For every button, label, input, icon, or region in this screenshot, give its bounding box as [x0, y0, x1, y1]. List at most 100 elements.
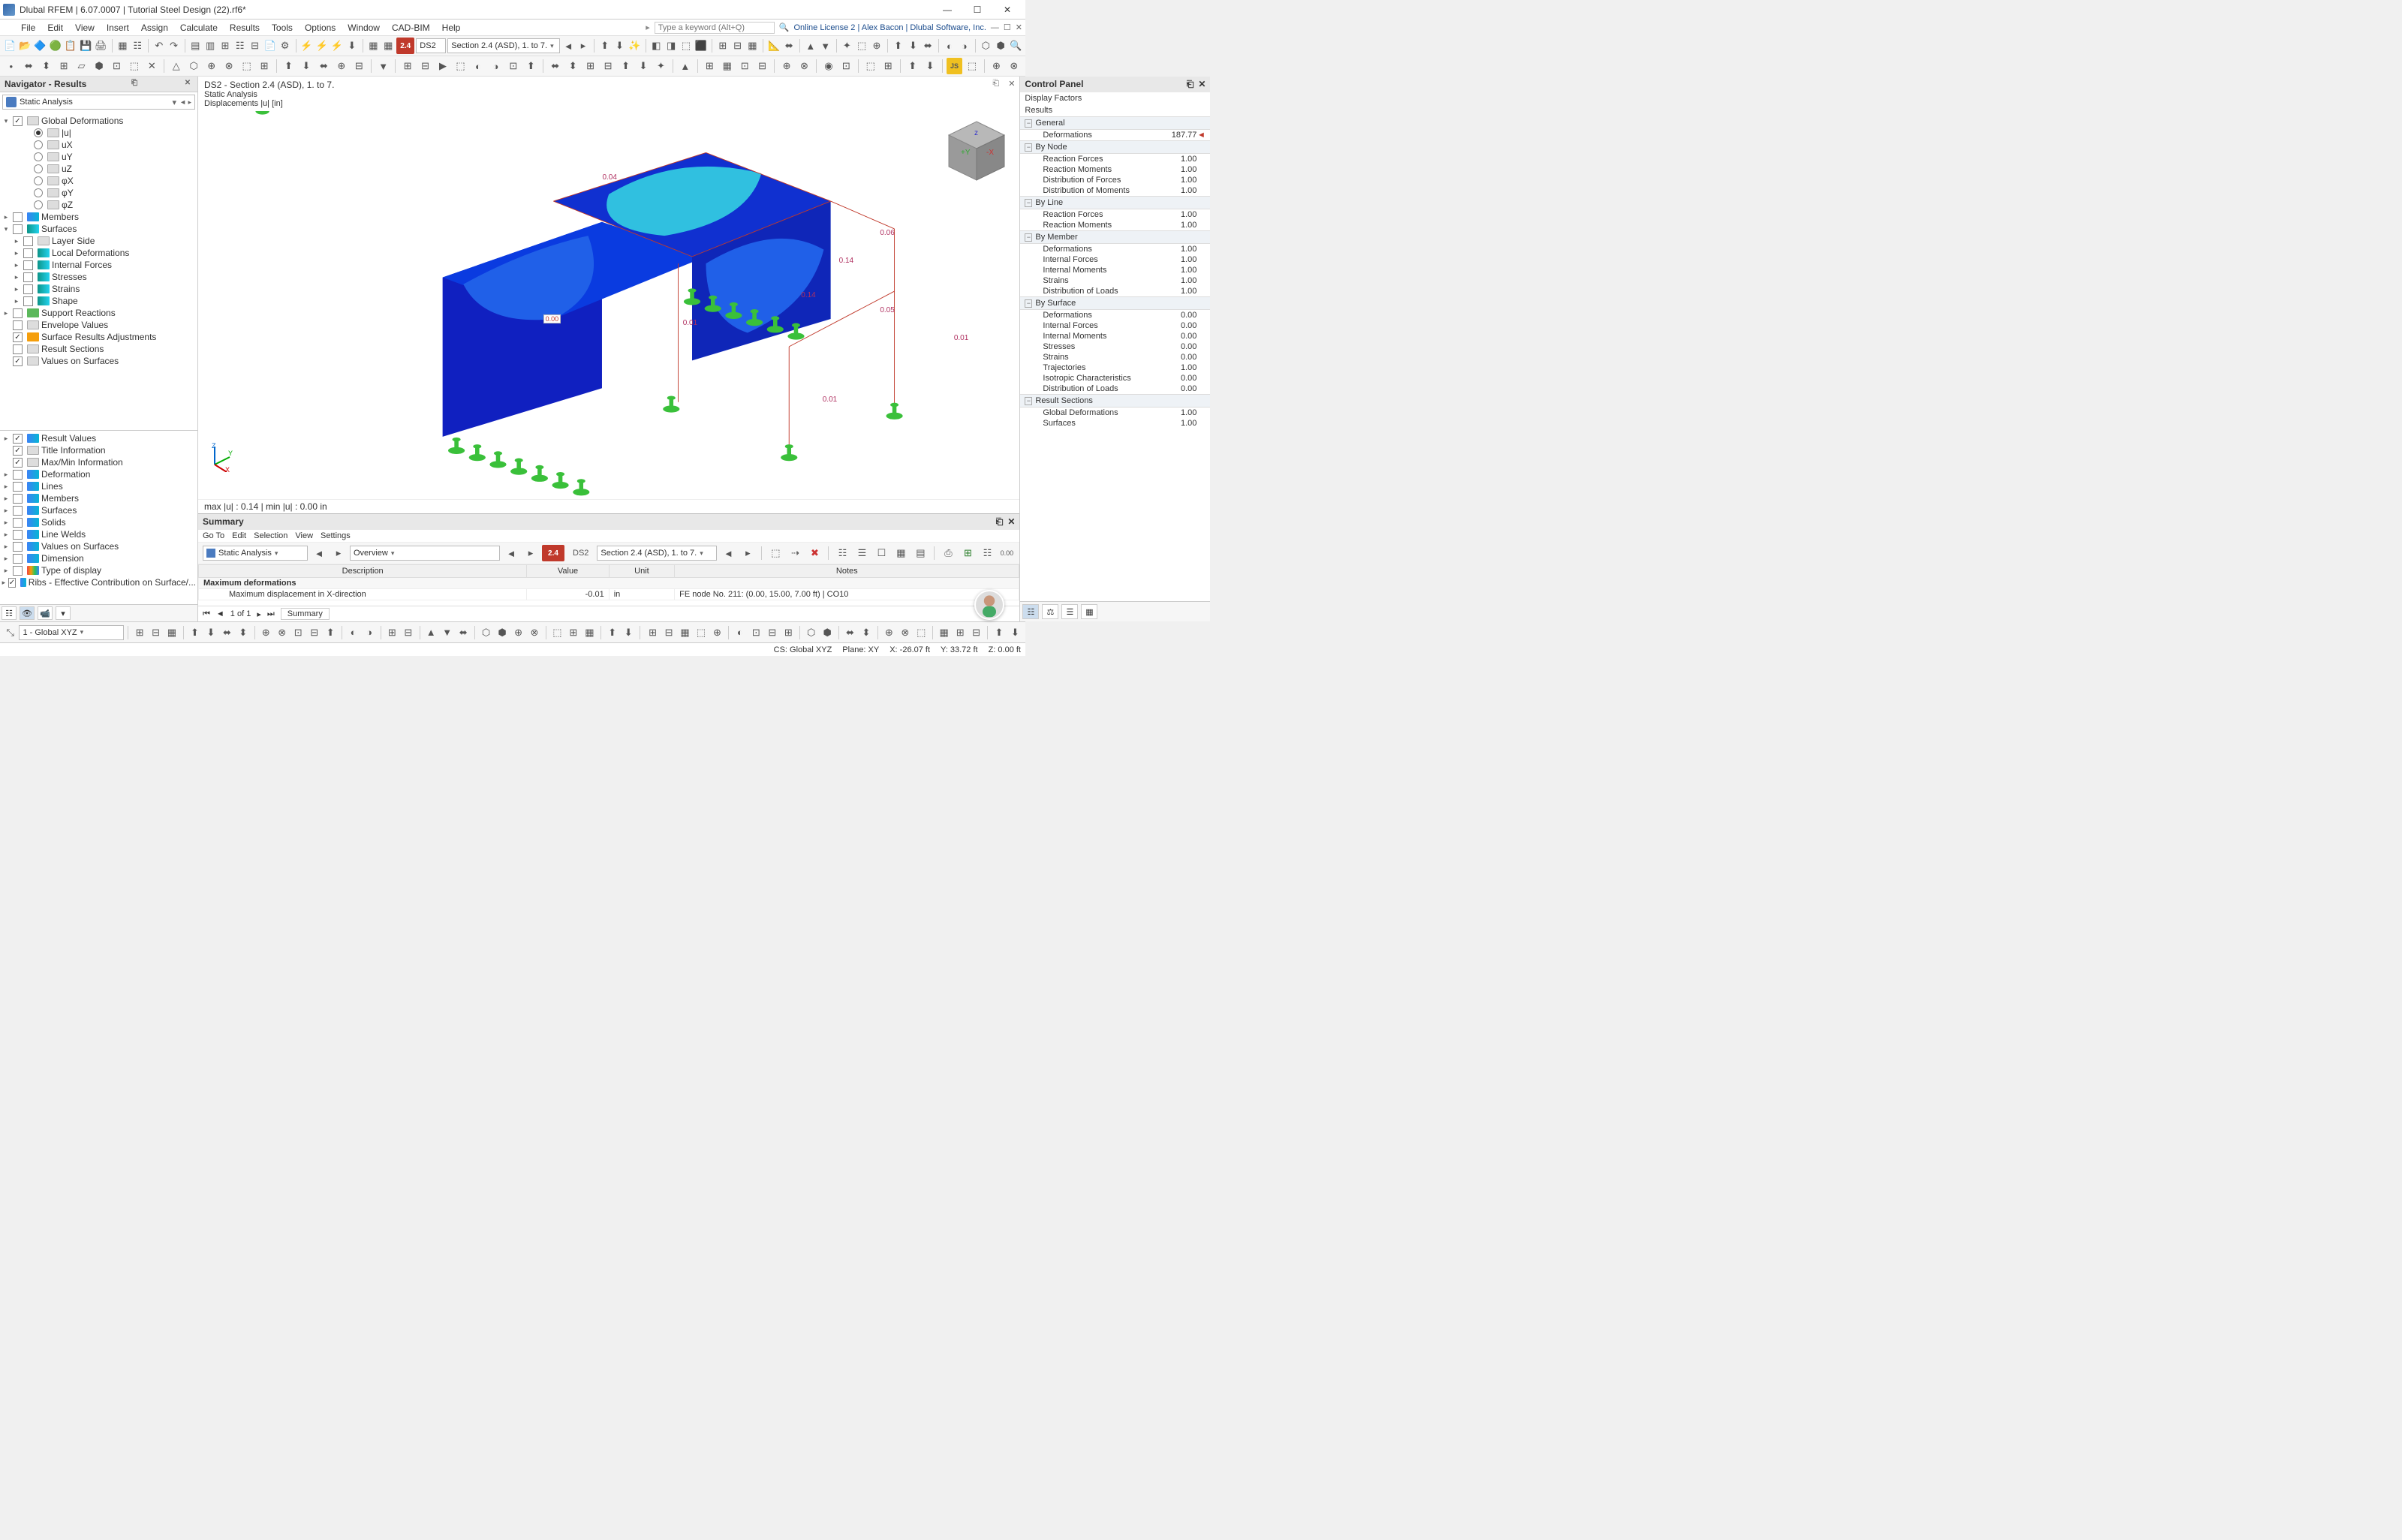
tb2-btn-46-icon[interactable]: ⊡ [736, 58, 752, 74]
tb1-right-33-icon[interactable]: ⬡ [979, 38, 992, 54]
tb2-btn-4-icon[interactable]: ▱ [74, 58, 89, 74]
tree-node-layer-side[interactable]: ▸Layer Side [2, 235, 196, 247]
tree-node-result-sections[interactable]: Result Sections [2, 343, 196, 355]
bt-btn-32-icon[interactable]: ⊞ [566, 624, 580, 641]
bt-right-7-icon[interactable]: ⊡ [749, 624, 763, 641]
tb1-btn-0-icon[interactable]: 📄 [3, 38, 17, 54]
summary-tool-a-icon[interactable]: ⬚ [767, 545, 784, 561]
bt-btn-29-icon[interactable]: ⊗ [527, 624, 541, 641]
bt-btn-27-icon[interactable]: ⬢ [495, 624, 509, 641]
tb1-right-28-icon[interactable]: ⬌ [921, 38, 935, 54]
tb1-btn-25-icon[interactable]: ⬇ [345, 38, 359, 54]
control-pin-icon[interactable]: ⎗ [1187, 79, 1194, 90]
tb2-btn-17-icon[interactable]: ⬆ [281, 58, 296, 74]
control-row-distribution-of-loads[interactable]: Distribution of Loads1.00 [1020, 286, 1210, 296]
menu-calculate[interactable]: Calculate [174, 21, 224, 35]
tb1-btn-5-icon[interactable]: 💾 [79, 38, 92, 54]
tree-node-local-deformations[interactable]: ▸Local Deformations [2, 247, 196, 259]
control-close-icon[interactable]: ✕ [1198, 79, 1206, 90]
tb1-btn-11-icon[interactable]: ↶ [152, 38, 166, 54]
tb1-btn-18-icon[interactable]: ⊟ [248, 38, 262, 54]
sf-prev-icon[interactable]: ◄ [216, 609, 224, 618]
ctab-list-icon[interactable]: ☰ [1061, 604, 1078, 619]
tb1-right-24-icon[interactable]: ⊕ [870, 38, 883, 54]
tb1-right-19-icon[interactable]: ▲ [804, 38, 817, 54]
bt-btn-11-icon[interactable]: ⊗ [275, 624, 289, 641]
tree-node-support-reactions[interactable]: ▸Support Reactions [2, 307, 196, 319]
tb2-btn-38-icon[interactable]: ⬆ [618, 58, 634, 74]
tb1-right-8-icon[interactable]: ◨ [664, 38, 678, 54]
tree-node-uy[interactable]: uY [2, 151, 196, 163]
tb2-btn-7-icon[interactable]: ⬚ [126, 58, 142, 74]
nav-tab-eye-icon[interactable]: 👁 [20, 606, 35, 620]
tb2-btn-29-icon[interactable]: ◐ [470, 58, 486, 74]
tb1-right-26-icon[interactable]: ⬆ [892, 38, 905, 54]
tb1-btn-19-icon[interactable]: 📄 [263, 38, 276, 54]
control-row-reaction-moments[interactable]: Reaction Moments1.00 [1020, 164, 1210, 175]
tb1-right-9-icon[interactable]: ⬚ [679, 38, 693, 54]
close-button[interactable]: ✕ [992, 0, 1022, 20]
tree-node-result-values[interactable]: ▸Result Values [2, 432, 196, 444]
tree-node--u-[interactable]: |u| [2, 127, 196, 139]
bt-btn-7-icon[interactable]: ⬌ [220, 624, 234, 641]
tree-node-global-deformations[interactable]: ▾Global Deformations [2, 115, 196, 127]
tb2-btn-25-icon[interactable]: ⊞ [399, 58, 415, 74]
summary-menu-selection[interactable]: Selection [254, 531, 287, 540]
keyword-search-input[interactable] [655, 22, 775, 34]
tb1-btn-14-icon[interactable]: ▤ [188, 38, 202, 54]
summary-next3-icon[interactable]: ▸ [739, 545, 756, 561]
tree-node-members[interactable]: ▸Members [2, 211, 196, 223]
bt-btn-5-icon[interactable]: ⬆ [188, 624, 202, 641]
tb1-right-4-icon[interactable]: ⬇ [613, 38, 627, 54]
tb1-right-22-icon[interactable]: ✦ [840, 38, 853, 54]
tb1-btn-4-icon[interactable]: 📋 [64, 38, 77, 54]
tree-node-lines[interactable]: ▸Lines [2, 480, 196, 492]
tree-node-ux[interactable]: uX [2, 139, 196, 151]
tree-node-members[interactable]: ▸Members [2, 492, 196, 504]
tree-node-envelope-values[interactable]: Envelope Values [2, 319, 196, 331]
summary-combo1[interactable]: Static Analysis [203, 546, 308, 561]
bt-btn-8-icon[interactable]: ⬍ [236, 624, 250, 641]
tb1-btn-3-icon[interactable]: 🟢 [49, 38, 62, 54]
tb2-btn-55-icon[interactable]: ⬚ [862, 58, 878, 74]
bt-btn-2-icon[interactable]: ⊟ [149, 624, 163, 641]
tb2-btn-30-icon[interactable]: ◑ [488, 58, 504, 74]
tb1-right-20-icon[interactable]: ▼ [819, 38, 832, 54]
bt-right-11-icon[interactable]: ⬡ [804, 624, 818, 641]
tb1-right-14-icon[interactable]: ▦ [746, 38, 760, 54]
assistant-avatar[interactable] [974, 590, 1004, 620]
menu-insert[interactable]: Insert [101, 21, 135, 35]
tree-node-stresses[interactable]: ▸Stresses [2, 271, 196, 283]
bt-right-4-icon[interactable]: ⊕ [710, 624, 724, 641]
tree-node-uz[interactable]: uZ [2, 163, 196, 175]
ctab-filter-icon[interactable]: ▦ [1081, 604, 1097, 619]
tb2-btn-14-icon[interactable]: ⬚ [239, 58, 254, 74]
tb2-btn-23-icon[interactable]: ▼ [375, 58, 391, 74]
tb2-btn-64-icon[interactable]: ⊕ [989, 58, 1004, 74]
control-row-internal-moments[interactable]: Internal Moments1.00 [1020, 265, 1210, 275]
bt-right-12-icon[interactable]: ⬢ [820, 624, 834, 641]
menu-file[interactable]: File [15, 21, 41, 35]
tree-node-internal-forces[interactable]: ▸Internal Forces [2, 259, 196, 271]
control-section-result-sections[interactable]: −Result Sections [1020, 394, 1210, 408]
control-row-global-deformations[interactable]: Global Deformations1.00 [1020, 408, 1210, 418]
menu-tools[interactable]: Tools [266, 21, 299, 35]
control-row-trajectories[interactable]: Trajectories1.00 [1020, 362, 1210, 373]
tb1-btn-16-icon[interactable]: ⊞ [218, 38, 232, 54]
bt-btn-14-icon[interactable]: ⬆ [323, 624, 337, 641]
bt-right-1-icon[interactable]: ⊟ [661, 624, 676, 641]
tb1-right-31-icon[interactable]: ◑ [958, 38, 971, 54]
bt-btn-35-icon[interactable]: ⬆ [605, 624, 619, 641]
bt-right-26-icon[interactable]: ⬇ [1008, 624, 1022, 641]
tb1-right-0-icon[interactable]: ◄ [561, 38, 575, 54]
bt-btn-36-icon[interactable]: ⬇ [621, 624, 635, 641]
bt-right-3-icon[interactable]: ⬚ [694, 624, 708, 641]
tb2-btn-5-icon[interactable]: ⬢ [91, 58, 107, 74]
menu-options[interactable]: Options [299, 21, 342, 35]
tb1-btn-2-icon[interactable]: 🔷 [33, 38, 47, 54]
bt-btn-10-icon[interactable]: ⊕ [259, 624, 273, 641]
bt-btn-6-icon[interactable]: ⬇ [203, 624, 218, 641]
tb1-btn-28-icon[interactable]: ▦ [381, 38, 395, 54]
bt-right-22-icon[interactable]: ⊞ [953, 624, 967, 641]
viewport-close-icon[interactable]: ✕ [1004, 77, 1019, 111]
